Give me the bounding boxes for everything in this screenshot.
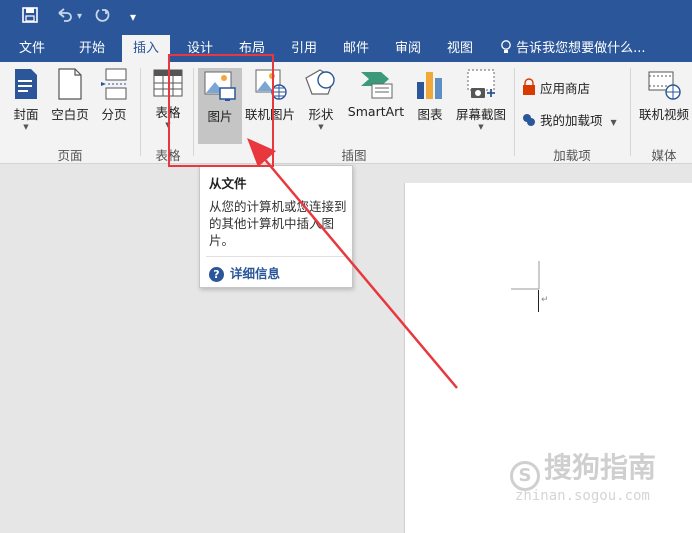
annotation-highlight-box	[168, 54, 274, 167]
tab-insert[interactable]: 插入	[122, 35, 170, 62]
cover-dropdown-icon: ▼	[23, 123, 29, 131]
illustrations-group-label: 插图	[341, 148, 367, 163]
chart-button[interactable]: 图表	[412, 68, 448, 134]
pages-group-label: 页面	[57, 148, 83, 163]
screenshot-icon	[467, 69, 495, 98]
screenshot-button[interactable]: 屏幕截图 ▼	[452, 68, 510, 134]
tab-home[interactable]: 开始	[70, 35, 114, 62]
tooltip-title: 从文件	[209, 176, 247, 191]
tab-review[interactable]: 审阅	[386, 35, 430, 62]
store-icon	[523, 78, 535, 95]
sogou-logo-icon: S	[510, 461, 540, 491]
watermark-brand: S 搜狗指南	[510, 446, 656, 491]
tell-me-box[interactable]: 告诉我您想要做什么...	[500, 35, 646, 62]
text-cursor	[538, 290, 539, 312]
cover-page-button[interactable]: 封面 ▼	[8, 68, 44, 134]
page-margin-marker	[511, 261, 540, 290]
cover-page-icon	[15, 69, 37, 99]
tooltip-body: 从您的计算机或您连接到的其他计算机中插入图片。	[209, 199, 347, 248]
store-button[interactable]: 应用商店	[522, 78, 590, 97]
save-icon[interactable]	[22, 7, 38, 28]
undo-icon[interactable]	[56, 7, 72, 28]
blank-page-button[interactable]: 空白页	[48, 68, 92, 134]
help-icon: ?	[209, 267, 224, 282]
paragraph-mark-icon: ↵	[541, 295, 549, 305]
redo-icon[interactable]	[94, 7, 110, 28]
shapes-dropdown-icon: ▼	[318, 123, 324, 131]
my-addins-icon	[523, 114, 535, 126]
smartart-button[interactable]: SmartArt	[344, 68, 408, 134]
tab-view[interactable]: 视图	[438, 35, 482, 62]
undo-dropdown-icon[interactable]: ▾	[77, 7, 82, 27]
shapes-icon	[305, 69, 335, 95]
my-addins-button[interactable]: 我的加载项 ▼	[522, 110, 617, 129]
ribbon: 封面 ▼ 空白页 分页 页面 表格 ▼ 表格 图片 联机图片 形状 ▼ Smar…	[0, 62, 692, 164]
ribbon-tabs: 文件 开始 插入 设计 布局 引用 邮件 审阅 视图 告诉我您想要做什么...	[0, 35, 692, 62]
addins-group-label: 加载项	[553, 148, 591, 163]
divider	[206, 256, 346, 257]
media-group-label: 媒体	[651, 148, 677, 163]
screenshot-dropdown-icon: ▼	[478, 123, 484, 131]
title-bar: ▾ ▾	[0, 0, 692, 35]
customize-icon[interactable]: ▾	[130, 7, 136, 27]
divider	[630, 68, 631, 156]
online-video-button[interactable]: 联机视频	[636, 68, 692, 134]
divider	[514, 68, 515, 156]
tooltip-from-file: 从文件 从您的计算机或您连接到的其他计算机中插入图片。 ? 详细信息	[199, 165, 353, 288]
tab-references[interactable]: 引用	[282, 35, 326, 62]
smartart-icon	[361, 72, 393, 99]
tab-file[interactable]: 文件	[10, 35, 54, 62]
tell-me-text: 告诉我您想要做什么...	[516, 41, 646, 56]
my-addins-dropdown-icon: ▼	[610, 118, 617, 127]
blank-page-icon	[58, 68, 82, 100]
page-break-icon	[101, 68, 127, 100]
watermark-url: zhinan.sogou.com	[515, 488, 650, 504]
divider	[140, 68, 141, 156]
page-break-button[interactable]: 分页	[96, 68, 132, 134]
lightbulb-icon	[500, 40, 516, 56]
chart-icon	[417, 72, 442, 99]
tab-mailings[interactable]: 邮件	[334, 35, 378, 62]
online-video-icon	[648, 71, 681, 100]
shapes-button[interactable]: 形状 ▼	[302, 68, 340, 134]
tooltip-more-info-link[interactable]: ? 详细信息	[209, 263, 280, 282]
